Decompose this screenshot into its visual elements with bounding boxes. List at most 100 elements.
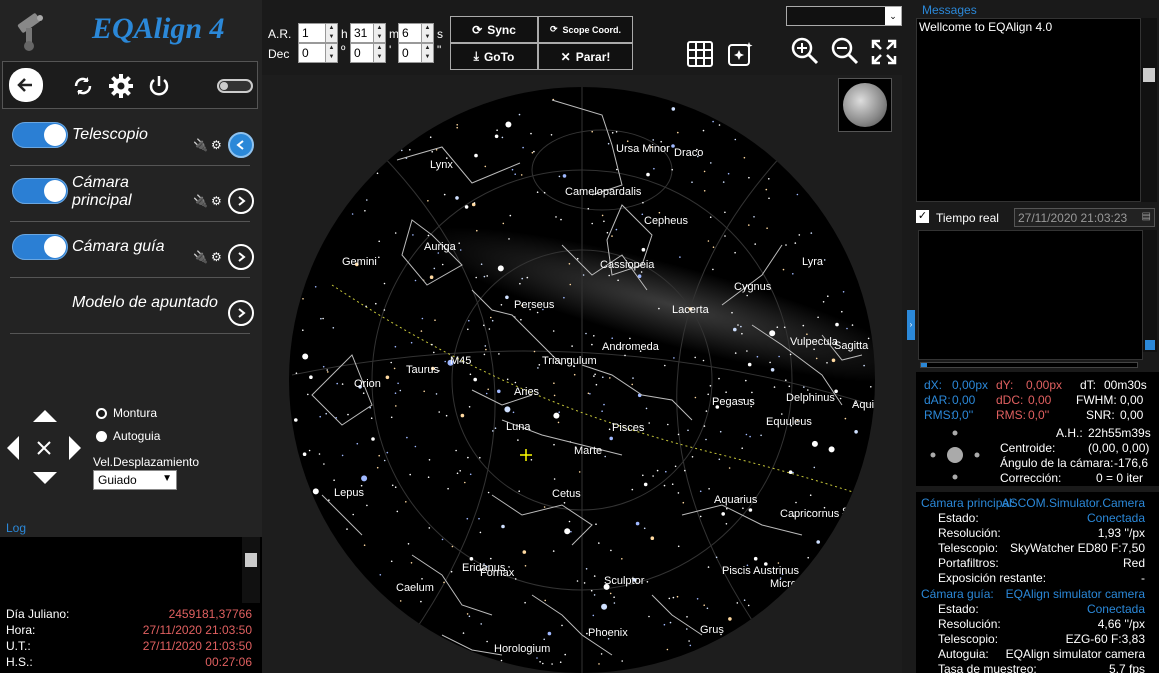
sky-map[interactable]: Lynx Ursa Minor Draco Camelopardalis Cepheus…	[262, 75, 902, 673]
star	[366, 199, 368, 201]
stop-button[interactable]: ✕ Parar!	[538, 43, 633, 70]
scope-coord-button[interactable]: ⟳ Scope Coord.	[538, 16, 633, 43]
star	[504, 406, 511, 413]
power-icon[interactable]	[143, 70, 175, 102]
star	[747, 604, 750, 607]
chevron-right-icon[interactable]: ›	[907, 310, 915, 340]
star	[826, 362, 828, 364]
star	[320, 317, 322, 320]
guide-camera-expand-button[interactable]	[228, 244, 254, 270]
star	[309, 375, 313, 380]
realtime-checkbox[interactable]: ✓	[916, 210, 929, 223]
guide-camera-autoguide-value: EQAlign simulator camera	[1005, 647, 1145, 661]
constellation-label: Phoenix	[588, 627, 628, 639]
telescope-toggle[interactable]	[12, 122, 68, 148]
pointing-model-expand-button[interactable]	[228, 300, 254, 326]
star	[412, 234, 414, 236]
arrow-left-icon[interactable]	[6, 435, 20, 461]
log-scrollbar[interactable]	[242, 537, 260, 603]
dec-degrees-input[interactable]: 0 ▲ ▼	[298, 43, 338, 63]
ar-seconds-input[interactable]: 6 ▲ ▼	[398, 23, 434, 43]
realtime-label: Tiempo real	[936, 211, 999, 225]
ar-minutes-input[interactable]: 31 ▲ ▼	[350, 23, 386, 43]
star	[792, 273, 794, 275]
device-row-pointing-model: Modelo de apuntado	[10, 278, 254, 334]
star	[609, 436, 613, 441]
star	[468, 319, 470, 322]
guide-camera-toggle[interactable]	[12, 234, 68, 260]
star	[686, 628, 688, 630]
stop-x-icon[interactable]	[36, 440, 52, 456]
speed-select[interactable]: Guiado ▼	[93, 470, 177, 490]
zoom-out-icon[interactable]	[830, 36, 860, 66]
radio-mount[interactable]: Montura	[96, 406, 157, 420]
star	[691, 456, 694, 458]
star	[813, 348, 815, 351]
star	[564, 653, 566, 656]
zoom-in-icon[interactable]	[790, 36, 820, 66]
refresh-icon[interactable]	[67, 70, 99, 102]
telescope-collapse-button[interactable]	[228, 132, 254, 158]
star	[610, 549, 612, 552]
arrow-down-icon[interactable]	[32, 471, 58, 485]
star	[390, 416, 393, 419]
star	[537, 367, 539, 369]
graph-scrollbar[interactable]	[1143, 230, 1157, 352]
star	[589, 393, 591, 395]
object-search-combo[interactable]: ⌄	[786, 6, 902, 26]
arrow-up-icon[interactable]	[32, 409, 58, 423]
star	[677, 131, 679, 134]
dec-minutes-input[interactable]: 0 ▲ ▼	[350, 43, 386, 63]
star	[519, 282, 521, 285]
panel-toggle[interactable]	[217, 79, 253, 93]
messages-scrollbar[interactable]	[1141, 18, 1157, 202]
main-camera-toggle[interactable]	[12, 178, 68, 204]
star	[483, 324, 485, 327]
main-camera-expand-button[interactable]	[228, 188, 254, 214]
star	[641, 247, 646, 252]
star	[414, 279, 417, 282]
moon-phase-button[interactable]	[838, 78, 892, 132]
arrow-right-icon[interactable]	[68, 435, 82, 461]
radio-autoguide[interactable]: Autoguia	[96, 429, 160, 443]
sync-button[interactable]: ⟳ Sync	[450, 16, 538, 43]
julian-day-value: 2459181,37766	[168, 607, 252, 621]
star	[464, 205, 469, 209]
star	[441, 538, 444, 541]
grid-icon[interactable]	[686, 40, 714, 68]
datetime-picker[interactable]: 27/11/2020 21:03:23 ▤	[1014, 208, 1155, 227]
star	[592, 614, 595, 617]
goto-button[interactable]: ⤓ GoTo	[450, 43, 538, 70]
star	[813, 466, 816, 469]
star	[370, 417, 373, 420]
star	[571, 345, 573, 347]
star	[341, 383, 344, 385]
back-icon[interactable]	[9, 68, 43, 102]
star	[458, 242, 460, 244]
star	[835, 322, 839, 327]
star-frame-icon[interactable]	[726, 40, 754, 68]
star	[621, 660, 623, 662]
star	[632, 377, 634, 379]
star	[444, 360, 446, 363]
star	[652, 475, 654, 477]
star	[500, 304, 503, 306]
star	[488, 328, 491, 330]
sky-chart[interactable]: Lynx Ursa Minor Draco Camelopardalis Cepheus…	[262, 75, 902, 673]
dx-value: 0,00px	[952, 378, 989, 392]
graph-hscrollbar[interactable]	[920, 362, 1138, 368]
dec-seconds-input[interactable]: 0 ▲ ▼	[398, 43, 434, 63]
main-camera-exposure-value: -	[1141, 571, 1145, 585]
star	[455, 196, 459, 200]
fullscreen-icon[interactable]	[870, 38, 898, 66]
guide-camera-rate-label: Tasa de muestreo:	[938, 662, 1037, 673]
star	[604, 455, 606, 458]
star	[641, 213, 644, 216]
star	[524, 565, 527, 567]
ar-hours-input[interactable]: 1 ▲ ▼	[298, 23, 338, 43]
gear-icon[interactable]	[105, 70, 137, 102]
star	[568, 263, 571, 265]
star	[521, 277, 523, 280]
constellation-label: Ursa Minor	[616, 143, 670, 155]
star	[682, 501, 685, 504]
